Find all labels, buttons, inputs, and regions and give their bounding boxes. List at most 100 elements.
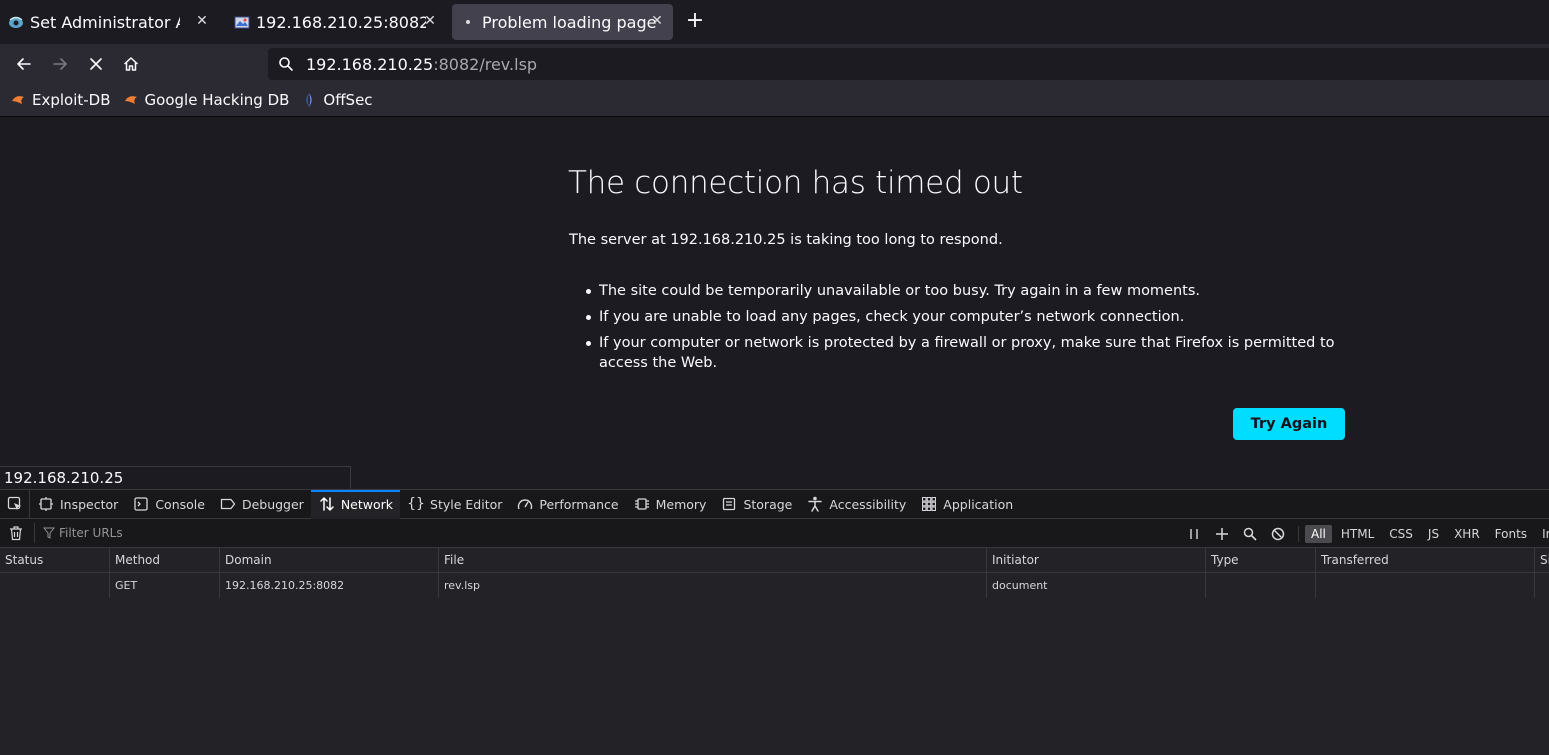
folder-image-icon xyxy=(234,14,250,30)
debugger-icon xyxy=(220,496,236,512)
devtools-tab-application[interactable]: Application xyxy=(913,490,1020,519)
filter-icon xyxy=(43,527,55,539)
search-button[interactable] xyxy=(1239,523,1261,545)
devtools-tab-performance[interactable]: Performance xyxy=(509,490,625,519)
requests-table-header: Status Method Domain File Initiator Type… xyxy=(0,548,1549,573)
devtools-tabbar: Inspector Console Debugger Network {} St… xyxy=(0,489,1549,519)
pause-icon xyxy=(1190,528,1198,539)
devtools-tab-accessibility[interactable]: Accessibility xyxy=(799,490,913,519)
error-description: The server at 192.168.210.25 is taking t… xyxy=(569,232,1003,248)
devtools-tab-label: Accessibility xyxy=(829,496,907,512)
devtools-tab-network[interactable]: Network xyxy=(310,489,401,519)
filter-urls[interactable] xyxy=(34,523,259,543)
tab-title: Problem loading page xyxy=(482,12,657,32)
storage-icon xyxy=(721,496,737,512)
stop-button[interactable] xyxy=(85,53,107,75)
ghdb-icon xyxy=(123,92,139,108)
status-panel: 192.168.210.25 xyxy=(0,466,351,489)
devtools-tab-console[interactable]: Console xyxy=(125,490,212,519)
devtools-tab-debugger[interactable]: Debugger xyxy=(212,490,311,519)
trash-icon xyxy=(10,526,22,541)
console-icon xyxy=(133,496,149,512)
devtools-tab-label: Performance xyxy=(539,496,619,512)
tab-strip: Set Administrator Acco ✕ 192.168.210.25:… xyxy=(0,0,1549,44)
filter-type-all[interactable]: All xyxy=(1305,524,1332,543)
search-icon xyxy=(1243,527,1257,541)
tab-title: Set Administrator Acco xyxy=(30,12,180,32)
url-host: 192.168.210.25 xyxy=(306,54,434,74)
url-path: :8082/rev.lsp xyxy=(433,54,538,74)
filter-type-images[interactable]: Images xyxy=(1536,525,1549,543)
column-type[interactable]: Type xyxy=(1206,548,1316,573)
devtools-panel: Inspector Console Debugger Network {} St… xyxy=(0,489,1549,755)
url-text: 192.168.210.25:8082/rev.lsp xyxy=(306,55,537,74)
close-icon[interactable]: ✕ xyxy=(194,13,210,29)
filter-type-xhr[interactable]: XHR xyxy=(1448,525,1486,543)
column-file[interactable]: File xyxy=(439,548,987,573)
tab-problem-loading[interactable]: Problem loading page ✕ xyxy=(452,4,673,40)
forward-button[interactable] xyxy=(49,53,71,75)
bookmarks-toolbar: Exploit-DB Google Hacking DB OffSec xyxy=(0,84,1549,117)
error-page: The connection has timed out The server … xyxy=(0,117,1549,489)
cell-initiator: document xyxy=(987,573,1206,598)
performance-icon xyxy=(517,496,533,512)
filter-urls-input[interactable] xyxy=(59,526,259,540)
tab-title: 192.168.210.25:8082/fs/ xyxy=(256,12,426,32)
devtools-tab-memory[interactable]: Memory xyxy=(626,490,714,519)
cell-method: GET xyxy=(110,573,220,598)
bookmark-exploit-db[interactable]: Exploit-DB xyxy=(10,91,111,109)
clear-requests-button[interactable] xyxy=(8,525,24,541)
offsec-icon xyxy=(301,92,317,108)
memory-icon xyxy=(634,496,650,512)
try-again-button[interactable]: Try Again xyxy=(1233,408,1345,440)
close-icon[interactable]: ✕ xyxy=(422,13,438,29)
accessibility-icon xyxy=(807,496,823,512)
devtools-tab-inspector[interactable]: Inspector xyxy=(30,490,125,519)
column-transferred[interactable]: Transferred xyxy=(1316,548,1535,573)
add-request-button[interactable] xyxy=(1211,523,1233,545)
toolbar-separator xyxy=(1298,525,1299,542)
column-domain[interactable]: Domain xyxy=(220,548,439,573)
search-icon xyxy=(279,57,293,71)
column-initiator[interactable]: Initiator xyxy=(987,548,1206,573)
home-button[interactable] xyxy=(120,53,142,75)
dot-icon xyxy=(460,14,476,30)
bookmark-label: Google Hacking DB xyxy=(144,91,290,109)
cell-status xyxy=(0,573,110,598)
block-button[interactable] xyxy=(1267,523,1289,545)
table-row[interactable]: GET 192.168.210.25:8082 rev.lsp document xyxy=(0,573,1549,598)
block-icon xyxy=(1271,527,1285,540)
list-item: If your computer or network is protected… xyxy=(585,333,1355,373)
devtools-tab-storage[interactable]: Storage xyxy=(713,490,799,519)
arrow-left-icon xyxy=(17,58,31,70)
back-button[interactable] xyxy=(13,53,35,75)
close-icon[interactable]: ✕ xyxy=(649,13,665,29)
devtools-tab-label: Network xyxy=(340,496,394,512)
new-tab-button[interactable]: + xyxy=(684,10,706,32)
filter-type-css[interactable]: CSS xyxy=(1383,525,1419,543)
pause-button[interactable] xyxy=(1183,523,1205,545)
element-picker-button[interactable] xyxy=(0,489,30,519)
url-bar[interactable]: 192.168.210.25:8082/rev.lsp xyxy=(268,48,1549,80)
eye-globe-icon xyxy=(8,14,24,30)
home-icon xyxy=(123,57,139,71)
tab-set-administrator[interactable]: Set Administrator Acco ✕ xyxy=(8,4,216,40)
filter-type-html[interactable]: HTML xyxy=(1335,525,1380,543)
devtools-tab-style-editor[interactable]: {} Style Editor xyxy=(400,490,509,519)
cell-size xyxy=(1535,573,1549,598)
network-toolbar-actions: All HTML CSS JS XHR Fonts Images xyxy=(1180,519,1549,548)
column-size[interactable]: Si xyxy=(1535,548,1549,573)
cell-file: rev.lsp xyxy=(439,573,987,598)
filter-type-fonts[interactable]: Fonts xyxy=(1489,525,1533,543)
filter-type-js[interactable]: JS xyxy=(1422,525,1445,543)
tab-fs-listing[interactable]: 192.168.210.25:8082/fs/ ✕ xyxy=(234,4,442,40)
cell-domain: 192.168.210.25:8082 xyxy=(220,573,439,598)
error-suggestions: The site could be temporarily unavailabl… xyxy=(585,281,1355,379)
devtools-tab-label: Storage xyxy=(743,496,793,512)
network-toolbar: All HTML CSS JS XHR Fonts Images xyxy=(0,519,1549,548)
close-icon xyxy=(90,58,102,70)
column-method[interactable]: Method xyxy=(110,548,220,573)
column-status[interactable]: Status xyxy=(0,548,110,573)
bookmark-google-hacking-db[interactable]: Google Hacking DB xyxy=(123,91,290,109)
bookmark-offsec[interactable]: OffSec xyxy=(301,91,373,109)
